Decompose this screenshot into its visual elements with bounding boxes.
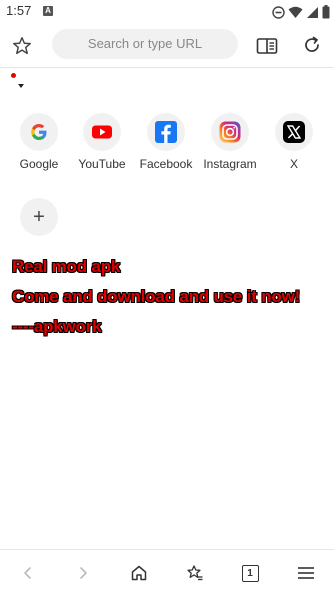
shortcut-google[interactable]: Google: [4, 113, 74, 171]
shortcut-x[interactable]: X: [259, 113, 329, 171]
shortcut-label: Instagram: [203, 157, 257, 171]
shortcut-label: Google: [19, 157, 59, 171]
battery-icon: [322, 5, 330, 19]
dropdown-caret-icon[interactable]: [18, 84, 24, 88]
home-icon: [131, 565, 147, 581]
tabs-button[interactable]: 1: [238, 561, 262, 585]
forward-button[interactable]: [71, 561, 95, 585]
status-time: 1:57: [6, 3, 32, 18]
chevron-right-icon: [80, 567, 87, 579]
ad-text-line-1: Real mod apk: [12, 257, 121, 276]
shortcut-label: YouTube: [78, 157, 126, 171]
tab-count: 1: [241, 564, 259, 582]
back-button[interactable]: [16, 561, 40, 585]
do-not-disturb-icon: [272, 5, 285, 19]
bookmarks-list-icon: [187, 565, 203, 581]
home-button[interactable]: [127, 561, 151, 585]
shortcut-instagram[interactable]: Instagram: [195, 113, 265, 171]
ad-text-line-2: Come and download and use it now!: [12, 287, 301, 306]
signal-icon: [307, 6, 318, 18]
wifi-icon: [288, 6, 303, 18]
indicator-dot: [11, 73, 16, 78]
bottom-nav: 1: [0, 550, 334, 595]
shortcut-youtube[interactable]: YouTube: [67, 113, 137, 171]
shortcut-facebook[interactable]: Facebook: [131, 113, 201, 171]
reader-mode-icon[interactable]: [256, 36, 278, 56]
browser-toolbar: Search or type URL: [0, 24, 334, 68]
menu-button[interactable]: [294, 561, 318, 585]
hamburger-menu-icon: [298, 567, 314, 579]
search-input[interactable]: Search or type URL: [52, 29, 238, 59]
shortcut-grid: Google YouTube Facebook Instagram X: [0, 113, 334, 173]
instagram-icon: [211, 113, 249, 151]
bookmark-star-icon[interactable]: [11, 35, 33, 57]
ad-text-line-3: ----apkwork: [12, 317, 102, 336]
shortcut-label: Facebook: [139, 157, 193, 171]
google-icon: [20, 113, 58, 151]
x-icon: [275, 113, 313, 151]
youtube-icon: [83, 113, 121, 151]
facebook-icon: [147, 113, 185, 151]
shortcut-label: X: [289, 157, 298, 171]
plus-icon: +: [33, 206, 45, 228]
notification-icon: A: [43, 6, 53, 16]
reload-icon[interactable]: [302, 35, 322, 55]
chevron-left-icon: [24, 567, 31, 579]
status-icons: [272, 4, 330, 20]
bookmarks-button[interactable]: [183, 561, 207, 585]
add-shortcut-button[interactable]: +: [20, 198, 58, 236]
status-bar: 1:57 A: [0, 0, 334, 24]
toolbar-divider: [0, 67, 334, 68]
